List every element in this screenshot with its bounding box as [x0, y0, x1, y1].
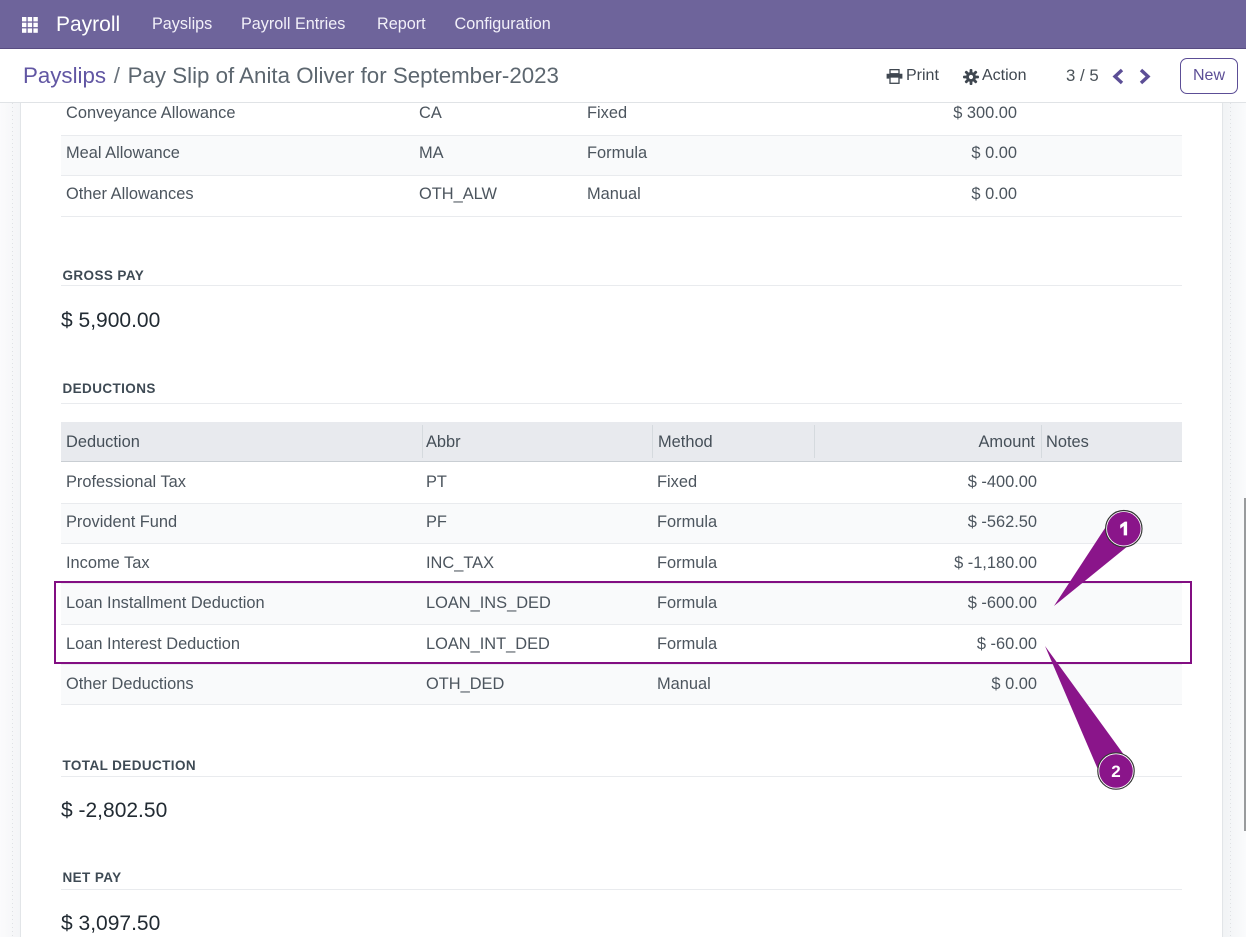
svg-text:2: 2 — [1111, 762, 1120, 781]
